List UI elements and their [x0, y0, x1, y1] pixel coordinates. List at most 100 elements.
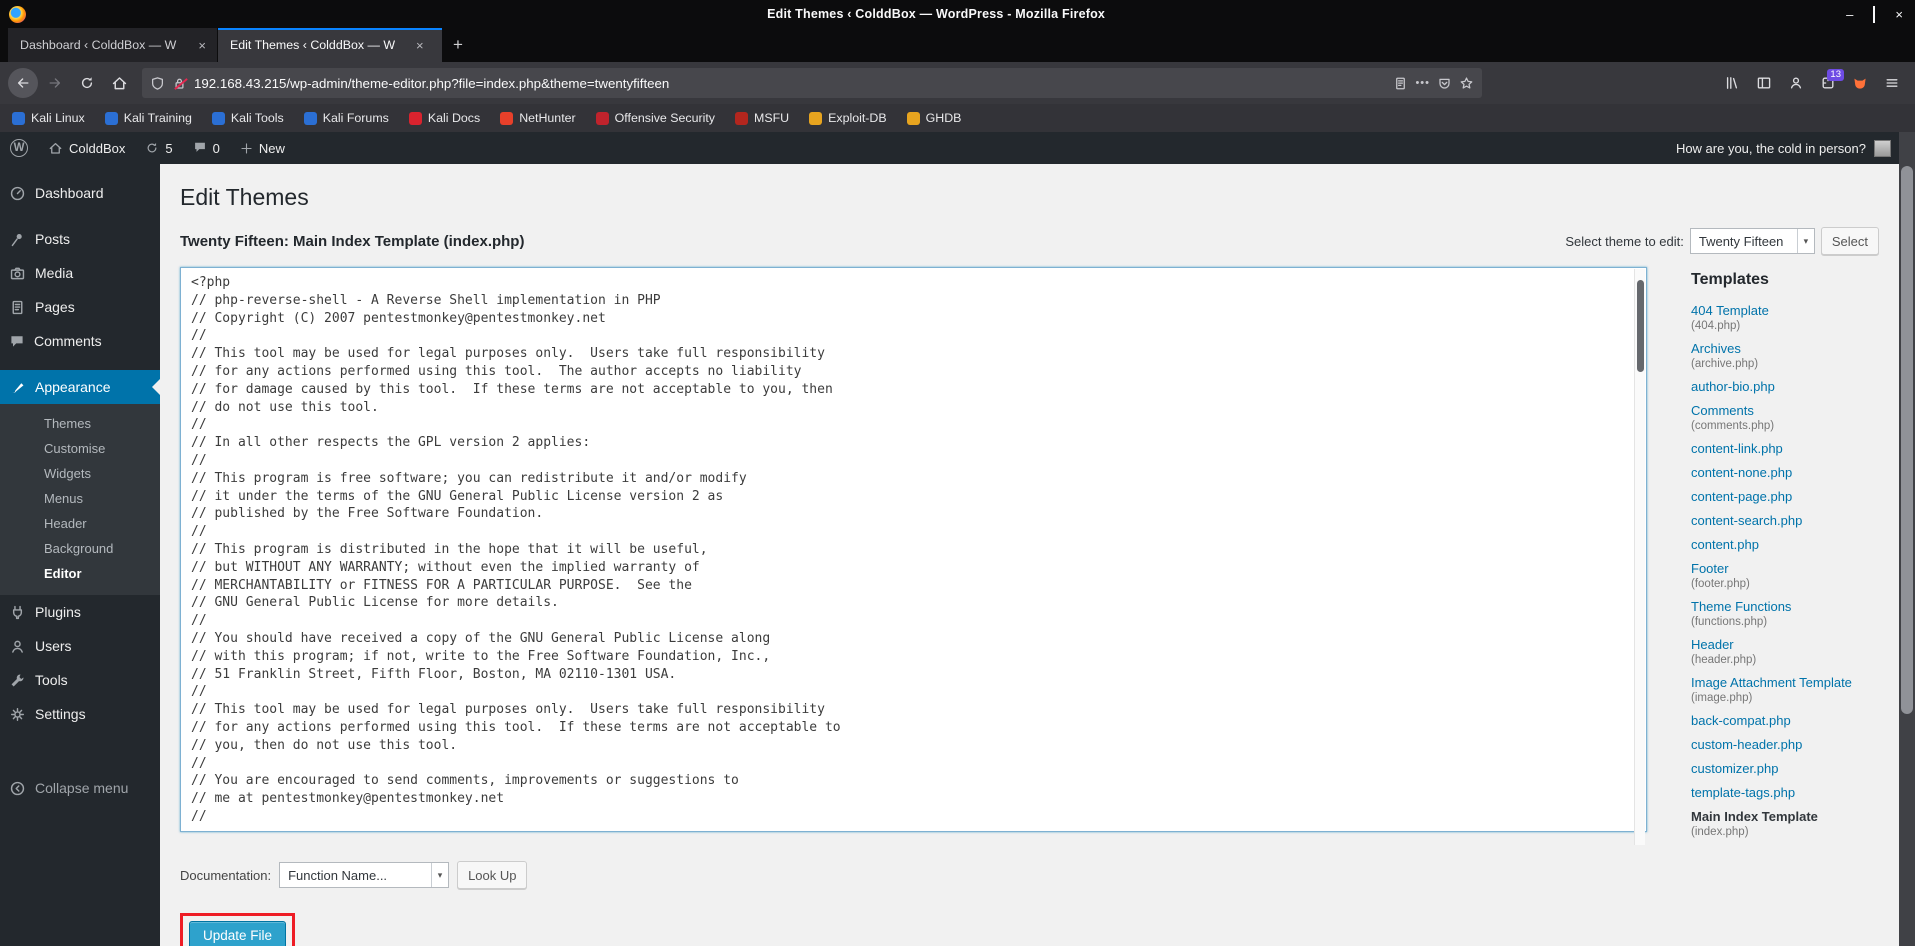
library-icon[interactable]	[1717, 68, 1747, 98]
template-link-label[interactable]: Image Attachment Template	[1691, 675, 1878, 690]
forward-button[interactable]	[40, 68, 70, 98]
template-link[interactable]: customizer.php	[1691, 761, 1878, 776]
tab-close-icon[interactable]: ×	[414, 38, 426, 53]
template-link[interactable]: custom-header.php	[1691, 737, 1878, 752]
reader-mode-icon[interactable]	[1393, 76, 1408, 91]
template-link[interactable]: content-link.php	[1691, 441, 1878, 456]
hamburger-menu-icon[interactable]	[1877, 68, 1907, 98]
foxyproxy-icon[interactable]	[1845, 68, 1875, 98]
tab-dashboard[interactable]: Dashboard ‹ ColddBox — W ×	[8, 28, 218, 62]
submenu-item-customise[interactable]: Customise	[0, 436, 160, 461]
back-button[interactable]	[8, 68, 38, 98]
code-editor-textarea[interactable]: <?php // php-reverse-shell - A Reverse S…	[180, 267, 1647, 832]
tracking-protection-shield-icon[interactable]	[150, 76, 165, 91]
page-scrollbar[interactable]	[1899, 132, 1915, 946]
submenu-item-header[interactable]: Header	[0, 511, 160, 536]
close-icon[interactable]: ×	[1895, 8, 1903, 21]
page-scrollbar-thumb[interactable]	[1901, 166, 1913, 714]
template-link-label[interactable]: author-bio.php	[1691, 379, 1878, 394]
bookmark-offensive-security[interactable]: Offensive Security	[595, 111, 715, 125]
template-link[interactable]: content-page.php	[1691, 489, 1878, 504]
sidebar-item-dashboard[interactable]: Dashboard	[0, 176, 160, 210]
reload-button[interactable]	[72, 68, 102, 98]
wp-logo-menu[interactable]: W	[0, 132, 38, 164]
documentation-select[interactable]: Function Name... ▾	[279, 862, 450, 888]
submenu-item-widgets[interactable]: Widgets	[0, 461, 160, 486]
template-link-label[interactable]: content-none.php	[1691, 465, 1878, 480]
template-link[interactable]: Header (header.php)	[1691, 637, 1878, 666]
code-editor-scrollbar[interactable]	[1634, 269, 1645, 845]
bookmark-kali-tools[interactable]: Kali Tools	[211, 111, 284, 125]
template-link-label[interactable]: content-search.php	[1691, 513, 1878, 528]
sidebar-item-pages[interactable]: Pages	[0, 290, 160, 324]
template-link[interactable]: Footer (footer.php)	[1691, 561, 1878, 590]
template-link[interactable]: back-compat.php	[1691, 713, 1878, 728]
bookmark-kali-linux[interactable]: Kali Linux	[12, 111, 85, 125]
tab-close-icon[interactable]: ×	[196, 38, 208, 53]
comments-link[interactable]: 0	[183, 132, 230, 164]
template-link[interactable]: content.php	[1691, 537, 1878, 552]
sidebar-item-appearance[interactable]: Appearance	[0, 370, 160, 404]
submenu-item-background[interactable]: Background	[0, 536, 160, 561]
submenu-item-menus[interactable]: Menus	[0, 486, 160, 511]
bookmark-ghdb[interactable]: GHDB	[906, 111, 961, 125]
template-link-label[interactable]: Header	[1691, 637, 1878, 652]
bookmark-star-icon[interactable]	[1459, 76, 1474, 91]
sidebar-item-collapse-menu[interactable]: Collapse menu	[0, 771, 160, 805]
template-link-label[interactable]: customizer.php	[1691, 761, 1878, 776]
submenu-item-themes[interactable]: Themes	[0, 411, 160, 436]
bookmark-kali-training[interactable]: Kali Training	[104, 111, 192, 125]
save-to-pocket-icon[interactable]	[1437, 76, 1452, 91]
template-link-label[interactable]: Comments	[1691, 403, 1878, 418]
url-bar[interactable]: 192.168.43.215/wp-admin/theme-editor.php…	[142, 68, 1482, 98]
sidebar-item-settings[interactable]: Settings	[0, 697, 160, 731]
template-link-label[interactable]: content-link.php	[1691, 441, 1878, 456]
select-theme-button[interactable]: Select	[1820, 227, 1879, 255]
sidebar-item-posts[interactable]: Posts	[0, 222, 160, 256]
extension-icon[interactable]: 13	[1813, 68, 1844, 98]
template-link[interactable]: Image Attachment Template (image.php)	[1691, 675, 1878, 704]
bookmark-exploit-db[interactable]: Exploit-DB	[809, 111, 887, 125]
home-button[interactable]	[104, 68, 134, 98]
sidebar-item-users[interactable]: Users	[0, 629, 160, 663]
sidebars-icon[interactable]	[1749, 68, 1779, 98]
maximize-icon[interactable]	[1873, 5, 1876, 23]
sidebar-item-plugins[interactable]: Plugins	[0, 595, 160, 629]
code-editor-scrollbar-thumb[interactable]	[1636, 280, 1644, 372]
url-text[interactable]: 192.168.43.215/wp-admin/theme-editor.php…	[194, 76, 1386, 91]
template-link-label[interactable]: template-tags.php	[1691, 785, 1878, 800]
sidebar-item-tools[interactable]: Tools	[0, 663, 160, 697]
template-link[interactable]: author-bio.php	[1691, 379, 1878, 394]
update-file-button[interactable]: Update File	[189, 921, 287, 946]
insecure-lock-icon[interactable]	[172, 76, 188, 91]
template-link[interactable]: 404 Template (404.php)	[1691, 303, 1878, 332]
template-link[interactable]: template-tags.php	[1691, 785, 1878, 800]
bookmark-nethunter[interactable]: NetHunter	[500, 111, 576, 125]
new-content-link[interactable]: New	[230, 132, 295, 164]
theme-select[interactable]: Twenty Fifteen ▾	[1689, 228, 1815, 254]
page-actions-icon[interactable]: •••	[1415, 77, 1430, 89]
bookmark-msfu[interactable]: MSFU	[735, 111, 789, 125]
minimize-icon[interactable]: –	[1846, 8, 1853, 21]
lookup-button[interactable]: Look Up	[457, 861, 528, 889]
sidebar-item-media[interactable]: Media	[0, 256, 160, 290]
template-link-label[interactable]: content.php	[1691, 537, 1878, 552]
updates-link[interactable]: 5	[135, 132, 182, 164]
template-link[interactable]: Comments (comments.php)	[1691, 403, 1878, 432]
site-name-link[interactable]: ColddBox	[38, 132, 135, 164]
template-link[interactable]: Archives (archive.php)	[1691, 341, 1878, 370]
sidebar-item-comments[interactable]: Comments	[0, 324, 160, 358]
template-link-label[interactable]: Archives	[1691, 341, 1878, 356]
template-link-label[interactable]: 404 Template	[1691, 303, 1878, 318]
tab-edit-themes[interactable]: Edit Themes ‹ ColddBox — W ×	[218, 28, 442, 62]
template-link-label[interactable]: Theme Functions	[1691, 599, 1878, 614]
template-link-label[interactable]: Footer	[1691, 561, 1878, 576]
bookmark-kali-docs[interactable]: Kali Docs	[408, 111, 480, 125]
account-icon[interactable]	[1781, 68, 1811, 98]
template-link-label[interactable]: custom-header.php	[1691, 737, 1878, 752]
template-link[interactable]: Theme Functions (functions.php)	[1691, 599, 1878, 628]
submenu-item-editor[interactable]: Editor	[0, 561, 160, 586]
template-link-label[interactable]: content-page.php	[1691, 489, 1878, 504]
bookmark-kali-forums[interactable]: Kali Forums	[303, 111, 389, 125]
template-link[interactable]: content-search.php	[1691, 513, 1878, 528]
